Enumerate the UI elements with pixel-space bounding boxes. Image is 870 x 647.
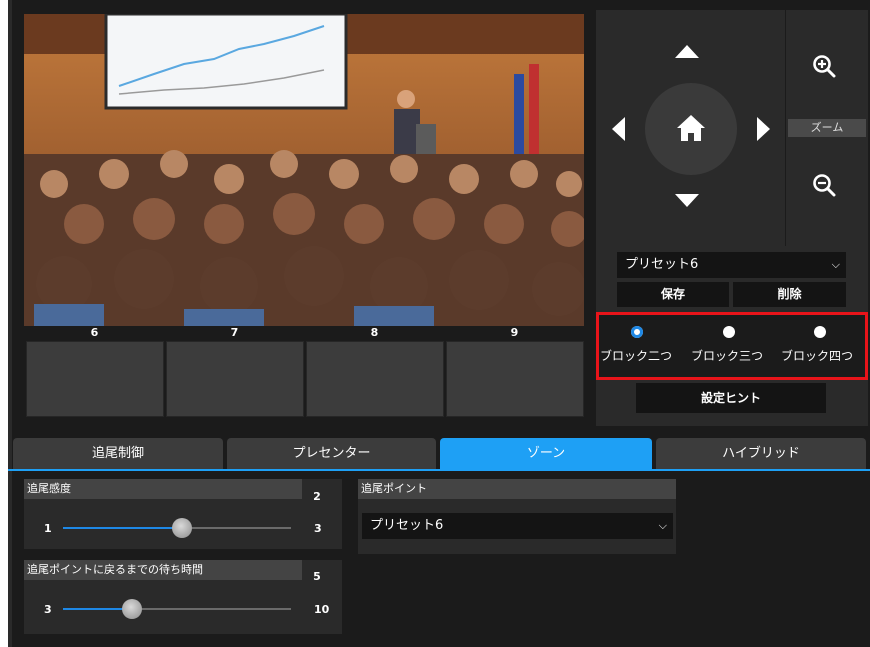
sensitivity-value: 2 xyxy=(313,490,321,503)
preset-thumbnail-9[interactable] xyxy=(446,341,584,417)
left-edge-bar xyxy=(8,0,12,647)
preset-select[interactable]: プリセット6 ⌵ xyxy=(617,252,846,278)
radio-block-four[interactable] xyxy=(814,326,826,338)
pan-up-icon[interactable] xyxy=(675,45,699,58)
radio-label-block-three: ブロック三つ xyxy=(691,349,764,363)
preset-thumbnail-7[interactable] xyxy=(166,341,304,417)
radio-block-two[interactable] xyxy=(631,326,643,338)
tab-underline xyxy=(8,469,870,471)
home-icon[interactable] xyxy=(675,113,707,143)
preset-thumbnail-8[interactable] xyxy=(306,341,444,417)
tab-hybrid[interactable]: ハイブリッド xyxy=(656,438,866,470)
thumb-label-7: 7 xyxy=(230,326,239,339)
wait-time-label: 追尾ポイントに戻るまでの待ち時間 xyxy=(24,560,302,580)
tab-tracking-control[interactable]: 追尾制御 xyxy=(13,438,223,470)
camera-control-app: 6 7 8 9 ズーム プリセット6 ⌵ 保存 削除 ブロック二つ ブロック三つ… xyxy=(8,0,870,647)
chevron-down-icon: ⌵ xyxy=(831,258,840,271)
zoom-in-icon[interactable] xyxy=(812,54,836,78)
preset-select-value: プリセット6 xyxy=(625,257,699,272)
setting-hint-button[interactable]: 設定ヒント xyxy=(636,383,826,413)
sensitivity-slider-fill xyxy=(63,527,182,529)
wait-time-slider-handle[interactable] xyxy=(122,599,142,619)
zoom-label: ズーム xyxy=(788,119,866,137)
wait-time-min: 3 xyxy=(44,603,52,616)
thumb-label-6: 6 xyxy=(90,326,99,339)
wait-time-max: 10 xyxy=(314,603,330,616)
pan-down-icon[interactable] xyxy=(675,194,699,207)
pan-right-icon[interactable] xyxy=(757,117,770,141)
preset-thumbnail-6[interactable] xyxy=(26,341,164,417)
thumb-label-9: 9 xyxy=(510,326,519,339)
radio-label-block-four: ブロック四つ xyxy=(781,349,854,363)
tab-zone[interactable]: ゾーン xyxy=(440,438,652,470)
pan-left-icon[interactable] xyxy=(612,117,625,141)
thumb-label-8: 8 xyxy=(370,326,379,339)
delete-button[interactable]: 削除 xyxy=(733,282,846,307)
radio-label-block-two: ブロック二つ xyxy=(600,349,673,363)
sensitivity-slider-handle[interactable] xyxy=(172,518,192,538)
tracking-point-select-value: プリセット6 xyxy=(370,518,444,533)
sensitivity-max: 3 xyxy=(314,522,322,535)
sensitivity-label: 追尾感度 xyxy=(24,479,302,499)
radio-block-three[interactable] xyxy=(723,326,735,338)
tracking-point-label: 追尾ポイント xyxy=(358,479,676,499)
sensitivity-min: 1 xyxy=(44,522,52,535)
live-video-feed[interactable] xyxy=(24,14,584,326)
tab-presenter[interactable]: プレセンター xyxy=(227,438,436,470)
wait-time-value: 5 xyxy=(313,570,321,583)
save-button[interactable]: 保存 xyxy=(617,282,729,307)
chevron-down-icon: ⌵ xyxy=(658,519,667,532)
tracking-point-select[interactable]: プリセット6 ⌵ xyxy=(362,513,673,539)
zone-block-selector xyxy=(596,312,868,380)
zoom-out-icon[interactable] xyxy=(812,173,836,197)
